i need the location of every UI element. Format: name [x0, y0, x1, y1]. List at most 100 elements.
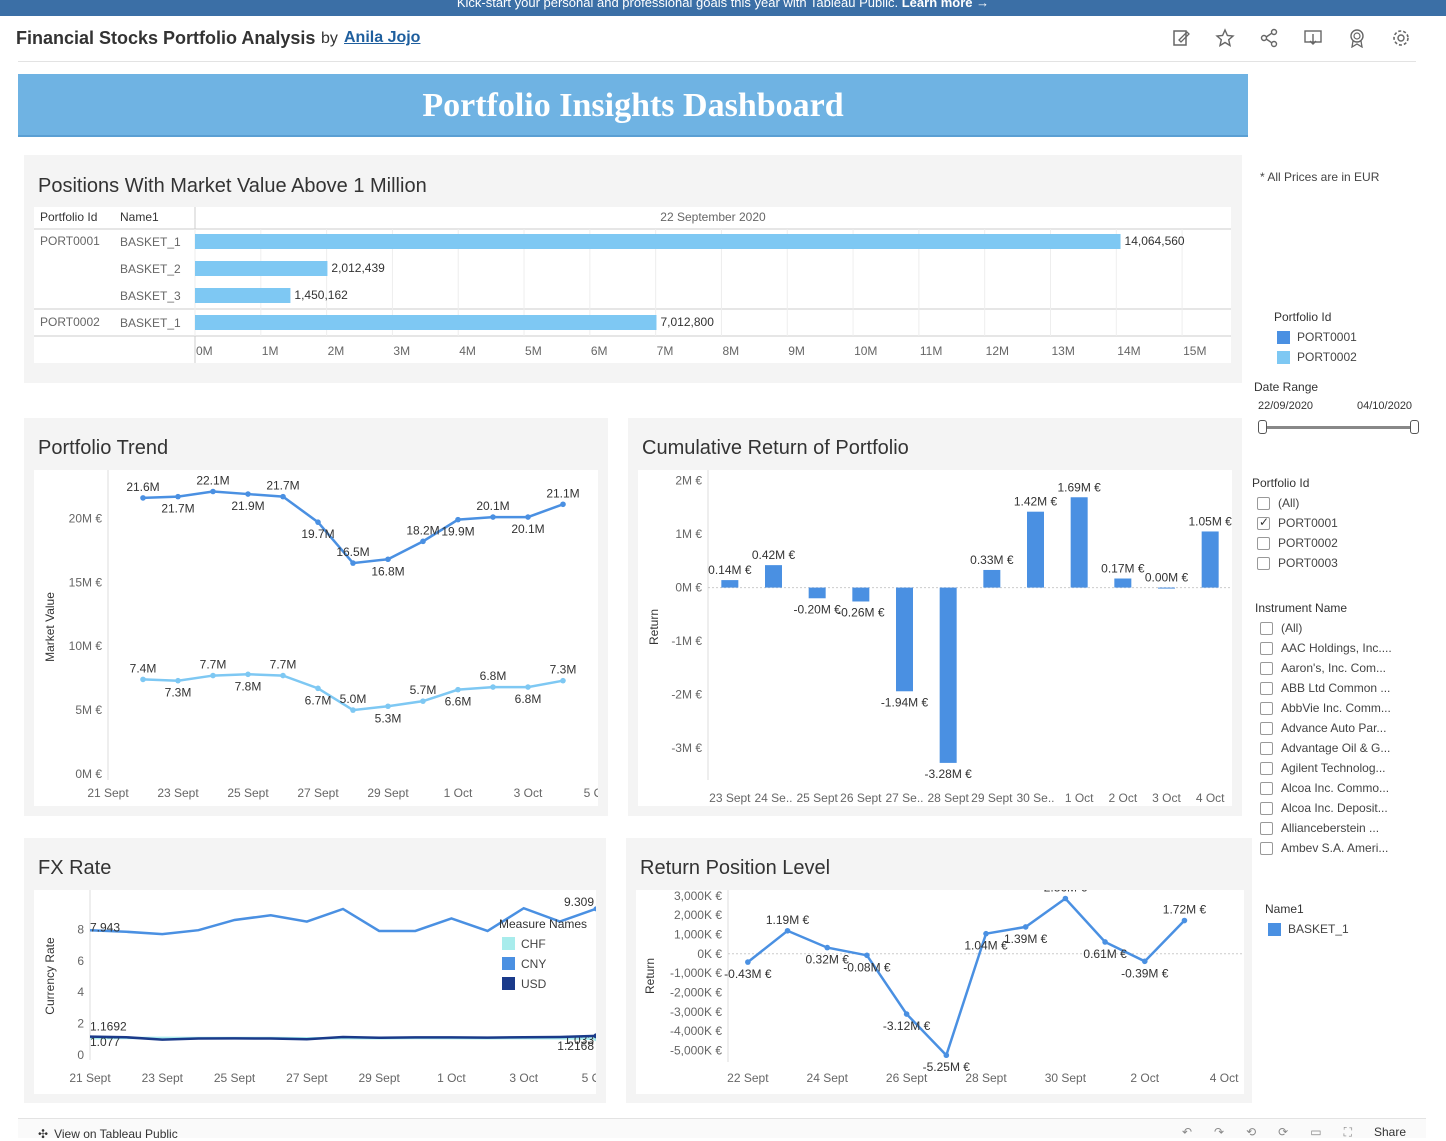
filter-portfolio-option[interactable]: PORT0001	[1257, 515, 1338, 530]
filter-instrument-option[interactable]: (All)	[1260, 621, 1302, 635]
data-point	[560, 677, 566, 684]
filter-portfolio-title: Portfolio Id	[1252, 476, 1310, 490]
x-tick-label: 22 Sept	[727, 1071, 769, 1085]
filter-instrument-option[interactable]: AbbVie Inc. Comm...	[1260, 701, 1391, 715]
star-icon[interactable]	[1212, 26, 1238, 50]
filter-instrument-option[interactable]: Advantage Oil & G...	[1260, 741, 1390, 755]
settings-icon[interactable]	[1388, 26, 1414, 50]
badge-icon[interactable]	[1344, 26, 1370, 50]
x-tick-label: 24 Sept	[807, 1071, 849, 1085]
filter-instrument-option[interactable]: Alcoa Inc. Deposit...	[1260, 801, 1388, 815]
row-name-label: BASKET_1	[120, 316, 181, 330]
legend-item-port0001[interactable]: PORT0001	[1277, 330, 1357, 344]
data-label: 7.7M	[270, 658, 297, 672]
checkbox[interactable]	[1257, 556, 1270, 570]
date-range-slider[interactable]	[1262, 426, 1414, 429]
fx-chart: Currency Rate 0 2 4 6 8 21 Sept 23 Sept 25 Sept 2…	[43, 890, 611, 1085]
y-tick-label: -5,000K €	[670, 1043, 722, 1057]
download-icon[interactable]	[1300, 26, 1326, 50]
data-label: 2,012,439	[331, 261, 385, 275]
dashboard-title: Portfolio Insights Dashboard	[18, 74, 1248, 137]
data-label: -0.20M €	[793, 602, 841, 616]
data-label: 19.9M	[441, 525, 474, 539]
trend-panel: Portfolio Trend Market Value 0M € 5M € 10M …	[24, 418, 613, 816]
data-label: -5.25M €	[923, 1060, 971, 1074]
legend-label: CNY	[521, 957, 546, 971]
bar	[852, 587, 870, 602]
row-name-label: BASKET_3	[120, 289, 181, 303]
legend-label: BASKET_1	[1288, 922, 1349, 936]
data-label: 1.04M €	[964, 939, 1008, 953]
x-tick-label: 1 Oct	[437, 1071, 466, 1085]
bar	[765, 565, 782, 588]
legend-label: CHF	[521, 937, 546, 951]
data-point	[525, 514, 531, 520]
filter-instrument-option[interactable]: AAC Holdings, Inc....	[1260, 641, 1392, 655]
filter-instrument-option[interactable]: Allianceberstein ...	[1260, 821, 1379, 835]
checkbox[interactable]	[1260, 841, 1273, 855]
filter-instrument-option[interactable]: Advance Auto Par...	[1260, 721, 1386, 735]
view-on-tableau-label: View on Tableau Public	[54, 1127, 178, 1141]
x-tick-label: 9M	[788, 344, 805, 358]
x-tick-label: 10M	[854, 344, 877, 358]
data-point	[455, 686, 461, 693]
legend-swatch	[502, 977, 515, 990]
filter-portfolio-option[interactable]: PORT0003	[1257, 556, 1338, 570]
x-tick-label: 3 Oct	[1152, 791, 1181, 805]
checkbox[interactable]	[1260, 741, 1273, 755]
author-link[interactable]: Anila Jojo	[344, 29, 420, 47]
y-tick-label: 8	[77, 922, 84, 936]
filter-option-label: Allianceberstein ...	[1281, 821, 1380, 835]
view-on-tableau-link[interactable]: ✣ View on Tableau Public	[38, 1127, 178, 1141]
filter-instrument-option[interactable]: Aaron's, Inc. Com...	[1260, 661, 1386, 675]
data-label: 7.3M	[550, 663, 577, 677]
data-point	[560, 501, 566, 508]
checkbox[interactable]	[1257, 536, 1270, 550]
filter-instrument-option[interactable]: Ambev S.A. Ameri...	[1260, 841, 1388, 855]
date-range-handle-start[interactable]	[1258, 420, 1267, 434]
checkbox[interactable]	[1260, 781, 1273, 795]
legend-item-basket1[interactable]: BASKET_1	[1268, 922, 1349, 936]
checkbox[interactable]	[1260, 801, 1273, 815]
checkbox[interactable]	[1260, 661, 1273, 675]
edit-icon[interactable]	[1168, 26, 1194, 50]
data-point	[420, 698, 426, 704]
x-tick-label: 1 Oct	[1065, 791, 1094, 805]
data-label: 5.7M	[410, 683, 437, 697]
checkbox[interactable]	[1260, 701, 1273, 715]
share-icon[interactable]	[1256, 26, 1282, 50]
return-level-chart-area: Return 3,000K € 2,000K € 1,000K € 0K € -1,000…	[636, 881, 1244, 1094]
data-label: 6.8M	[480, 669, 507, 683]
filter-portfolio-option[interactable]: PORT0002	[1257, 536, 1338, 550]
date-range-handle-end[interactable]	[1410, 420, 1419, 434]
checkbox[interactable]	[1257, 515, 1270, 530]
date-range-start: 22/09/2020	[1258, 400, 1314, 412]
bar	[1201, 531, 1219, 588]
data-point	[280, 672, 286, 679]
promo-text: Kick-start your personal and professiona…	[456, 0, 899, 10]
checkbox[interactable]	[1257, 496, 1270, 510]
checkbox[interactable]	[1260, 721, 1273, 735]
data-point	[455, 516, 461, 523]
checkbox[interactable]	[1260, 821, 1273, 835]
checkbox[interactable]	[1260, 641, 1273, 655]
filter-instrument-option[interactable]: ABB Ltd Common ...	[1260, 681, 1390, 695]
data-label: -0.39M €	[1121, 966, 1169, 980]
x-tick-label: 24 Se..	[754, 791, 792, 805]
data-point	[490, 514, 496, 520]
data-point	[350, 560, 356, 566]
y-tick-label: 2	[77, 1017, 84, 1031]
data-label: 20.1M	[511, 522, 544, 536]
x-tick-label: 0M	[196, 344, 213, 358]
promo-learn-more-link[interactable]: Learn more →	[902, 0, 989, 10]
y-tick-label: 20M €	[69, 511, 103, 525]
legend-item-port0002[interactable]: PORT0002	[1277, 350, 1357, 364]
filter-instrument-option[interactable]: Agilent Technolog...	[1260, 761, 1386, 775]
checkbox[interactable]	[1260, 681, 1273, 695]
filter-portfolio-option[interactable]: (All)	[1257, 496, 1299, 510]
data-point	[983, 930, 989, 937]
filter-instrument-option[interactable]: Alcoa Inc. Commo...	[1260, 781, 1389, 795]
filter-option-label: (All)	[1281, 621, 1303, 635]
checkbox[interactable]	[1260, 621, 1273, 635]
checkbox[interactable]	[1260, 761, 1273, 775]
